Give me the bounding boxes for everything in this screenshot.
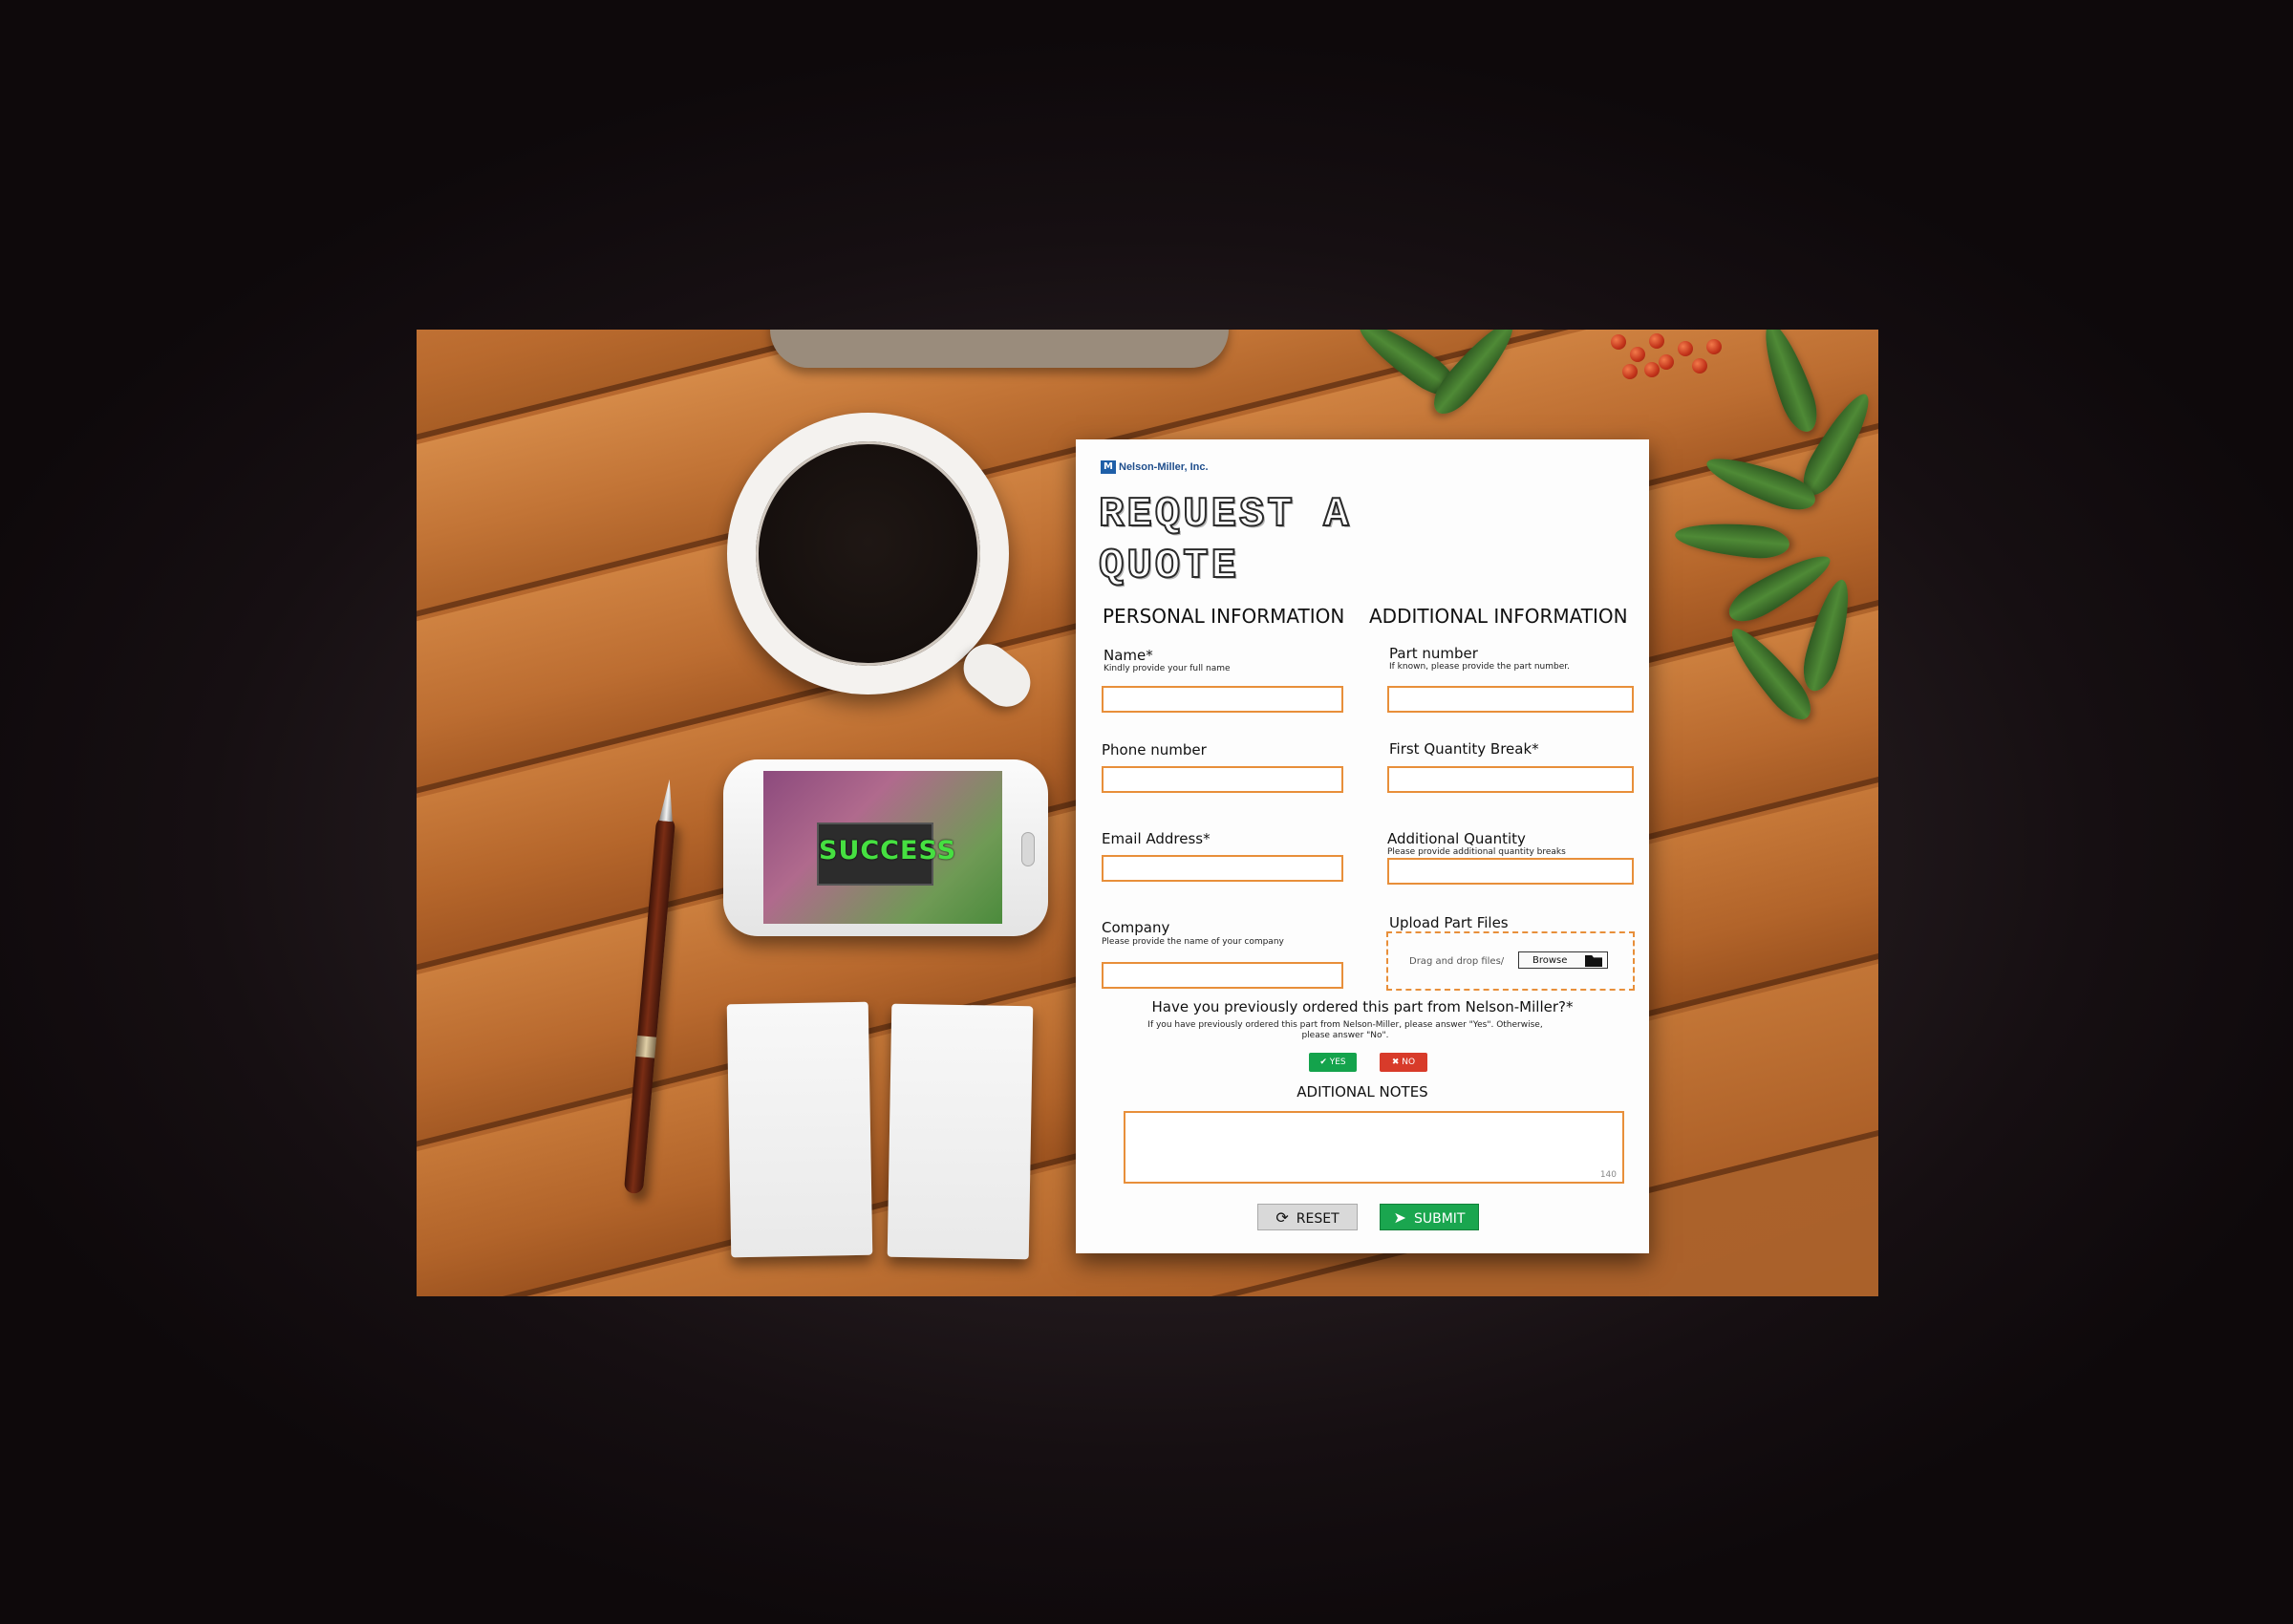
- additional-quantity-hint: Please provide additional quantity break…: [1387, 847, 1566, 857]
- part-number-label: Part number: [1389, 645, 1478, 662]
- phone-home-button: [1021, 832, 1035, 866]
- reset-button[interactable]: ⟳ RESET: [1257, 1204, 1358, 1230]
- send-icon: ➤: [1393, 1208, 1406, 1227]
- part-number-hint: If known, please provide the part number…: [1389, 662, 1571, 672]
- logo-mark-icon: M: [1101, 460, 1116, 474]
- additional-quantity-label: Additional Quantity: [1387, 830, 1526, 847]
- first-quantity-field[interactable]: [1387, 766, 1634, 793]
- smartphone: SUCCESS: [723, 759, 1048, 936]
- first-quantity-label: First Quantity Break*: [1389, 740, 1539, 758]
- company-field[interactable]: [1102, 962, 1343, 989]
- phone-label: Phone number: [1102, 741, 1207, 759]
- yes-button[interactable]: ✔ YES: [1309, 1053, 1357, 1072]
- upload-drop-text: Drag and drop files/: [1409, 956, 1505, 967]
- coffee-cup: [727, 413, 1009, 694]
- phone-screen: SUCCESS: [763, 771, 1002, 924]
- submit-button[interactable]: ➤ SUBMIT: [1380, 1204, 1479, 1230]
- form-title: REQUEST A QUOTE: [1098, 490, 1352, 591]
- folder-icon: [1585, 955, 1602, 967]
- yes-label: YES: [1329, 1058, 1346, 1067]
- name-field[interactable]: [1102, 686, 1343, 713]
- no-button[interactable]: ✖ NO: [1380, 1053, 1427, 1072]
- upload-label: Upload Part Files: [1389, 914, 1509, 931]
- no-label: NO: [1402, 1058, 1416, 1067]
- company-label: Company: [1102, 919, 1170, 936]
- notes-heading: ADITIONAL NOTES: [1297, 1083, 1428, 1100]
- previous-order-question: Have you previously ordered this part fr…: [1151, 998, 1574, 1015]
- x-icon: ✖: [1391, 1058, 1400, 1067]
- name-label: Name*: [1104, 647, 1153, 664]
- email-label: Email Address*: [1102, 830, 1211, 847]
- additional-info-heading: ADDITIONAL INFORMATION: [1369, 605, 1628, 628]
- previous-order-hint: If you have previously ordered this part…: [1147, 1020, 1543, 1040]
- reset-label: RESET: [1296, 1211, 1339, 1227]
- company-hint: Please provide the name of your company: [1102, 937, 1284, 947]
- cutting-board: [770, 330, 1229, 368]
- success-card: SUCCESS: [817, 823, 957, 886]
- notes-char-counter: 140: [1599, 1170, 1617, 1180]
- blank-business-card: [726, 1001, 873, 1258]
- name-hint: Kindly provide your full name: [1104, 664, 1231, 673]
- desk-mockup-photo: SUCCESS M Nelson-Miller, Inc. REQUEST A …: [417, 330, 1878, 1296]
- part-number-field[interactable]: [1387, 686, 1634, 713]
- quote-form: M Nelson-Miller, Inc. REQUEST A QUOTE PE…: [1076, 439, 1649, 1253]
- personal-info-heading: PERSONAL INFORMATION: [1103, 605, 1345, 628]
- additional-quantity-field[interactable]: [1387, 858, 1634, 885]
- upload-dropzone[interactable]: Drag and drop files/ Browse: [1386, 931, 1635, 991]
- browse-label: Browse: [1532, 955, 1568, 966]
- email-field[interactable]: [1102, 855, 1343, 882]
- browse-button[interactable]: Browse: [1518, 951, 1608, 969]
- refresh-icon: ⟳: [1275, 1208, 1289, 1227]
- check-icon: ✔: [1319, 1058, 1327, 1067]
- logo-text: Nelson-Miller, Inc.: [1119, 461, 1209, 473]
- submit-label: SUBMIT: [1413, 1211, 1466, 1227]
- company-logo: M Nelson-Miller, Inc.: [1101, 460, 1209, 474]
- notes-textarea[interactable]: 140: [1124, 1111, 1624, 1184]
- blank-business-card: [887, 1003, 1034, 1260]
- phone-field[interactable]: [1102, 766, 1343, 793]
- success-text: SUCCESS: [819, 836, 957, 865]
